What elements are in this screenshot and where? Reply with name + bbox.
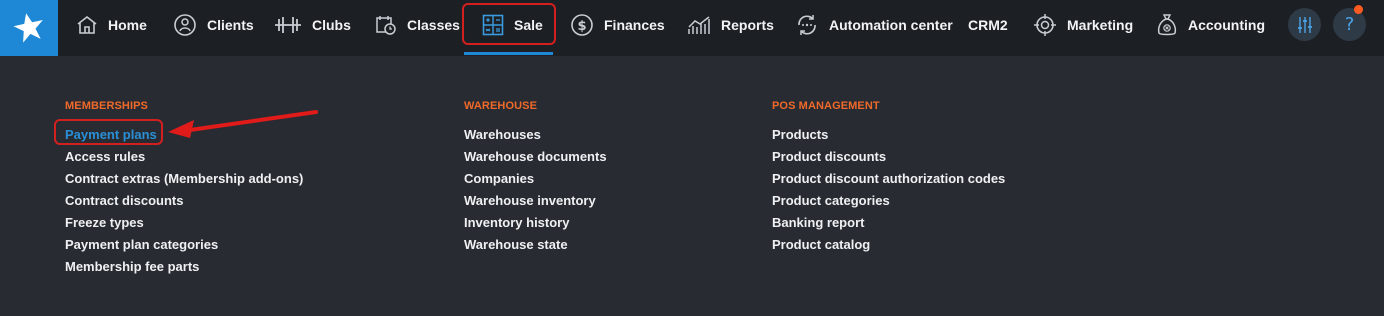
nav-accounting-label: Accounting (1188, 17, 1265, 33)
svg-text:$: $ (577, 19, 586, 34)
warehouse-heading: WAREHOUSE (464, 100, 538, 112)
star-logo-icon (13, 13, 43, 43)
menu-link-companies[interactable]: Companies (464, 168, 607, 190)
clients-icon (173, 13, 197, 37)
nav-classes-label: Classes (407, 17, 460, 33)
top-navigation-bar: Home Clients Clubs Classes Sale $ Financ… (0, 0, 1384, 56)
money-bag-icon (1156, 13, 1178, 37)
active-tab-indicator (464, 52, 553, 55)
filters-button[interactable] (1288, 8, 1321, 41)
nav-automation-center-label: Automation center (829, 17, 953, 33)
automation-icon (795, 13, 819, 37)
menu-link-access-rules[interactable]: Access rules (65, 146, 303, 168)
reports-chart-icon (687, 15, 711, 35)
sale-highlight-box (462, 3, 556, 45)
menu-link-warehouse-inventory[interactable]: Warehouse inventory (464, 190, 607, 212)
menu-link-membership-fee-parts[interactable]: Membership fee parts (65, 256, 303, 278)
warehouse-column: WAREHOUSE Warehouses Warehouse documents… (464, 100, 607, 256)
menu-link-product-catalog[interactable]: Product catalog (772, 234, 1005, 256)
nav-accounting[interactable]: Accounting (1156, 0, 1265, 50)
nav-marketing[interactable]: Marketing (1033, 0, 1133, 50)
menu-link-banking-report[interactable]: Banking report (772, 212, 1005, 234)
pos-management-heading: POS MANAGEMENT (772, 100, 880, 112)
menu-link-product-discount-authorization-codes[interactable]: Product discount authorization codes (772, 168, 1005, 190)
app-logo[interactable] (0, 0, 58, 56)
nav-classes[interactable]: Classes (375, 0, 460, 50)
menu-link-products[interactable]: Products (772, 124, 1005, 146)
menu-link-payment-plan-categories[interactable]: Payment plan categories (65, 234, 303, 256)
pos-management-column: POS MANAGEMENT Products Product discount… (772, 100, 1005, 256)
menu-link-product-categories[interactable]: Product categories (772, 190, 1005, 212)
sliders-icon (1297, 16, 1312, 33)
nav-home[interactable]: Home (76, 0, 147, 50)
nav-reports[interactable]: Reports (687, 0, 774, 50)
dumbbell-icon (274, 15, 302, 35)
nav-crm2[interactable]: CRM2 (968, 0, 1008, 50)
nav-reports-label: Reports (721, 17, 774, 33)
menu-link-product-discounts[interactable]: Product discounts (772, 146, 1005, 168)
menu-link-warehouse-documents[interactable]: Warehouse documents (464, 146, 607, 168)
menu-link-inventory-history[interactable]: Inventory history (464, 212, 607, 234)
menu-link-freeze-types[interactable]: Freeze types (65, 212, 303, 234)
nav-home-label: Home (108, 17, 147, 33)
target-icon (1033, 13, 1057, 37)
nav-finances-label: Finances (604, 17, 665, 33)
menu-link-warehouses[interactable]: Warehouses (464, 124, 607, 146)
nav-clubs[interactable]: Clubs (274, 0, 351, 50)
help-icon: ? (1344, 14, 1355, 35)
menu-link-contract-extras[interactable]: Contract extras (Membership add-ons) (65, 168, 303, 190)
nav-clubs-label: Clubs (312, 17, 351, 33)
menu-link-contract-discounts[interactable]: Contract discounts (65, 190, 303, 212)
nav-finances[interactable]: $ Finances (570, 0, 665, 50)
home-icon (76, 15, 98, 35)
nav-marketing-label: Marketing (1067, 17, 1134, 33)
pointer-arrow-icon (168, 110, 318, 138)
notification-dot (1354, 5, 1363, 14)
nav-clients[interactable]: Clients (173, 0, 254, 50)
nav-automation-center[interactable]: Automation center (795, 0, 953, 50)
nav-crm2-label: CRM2 (968, 17, 1008, 33)
payment-plans-highlight-box (54, 119, 163, 145)
menu-link-warehouse-state[interactable]: Warehouse state (464, 234, 607, 256)
dollar-icon: $ (570, 13, 594, 37)
nav-clients-label: Clients (207, 17, 254, 33)
calendar-clock-icon (375, 14, 397, 36)
